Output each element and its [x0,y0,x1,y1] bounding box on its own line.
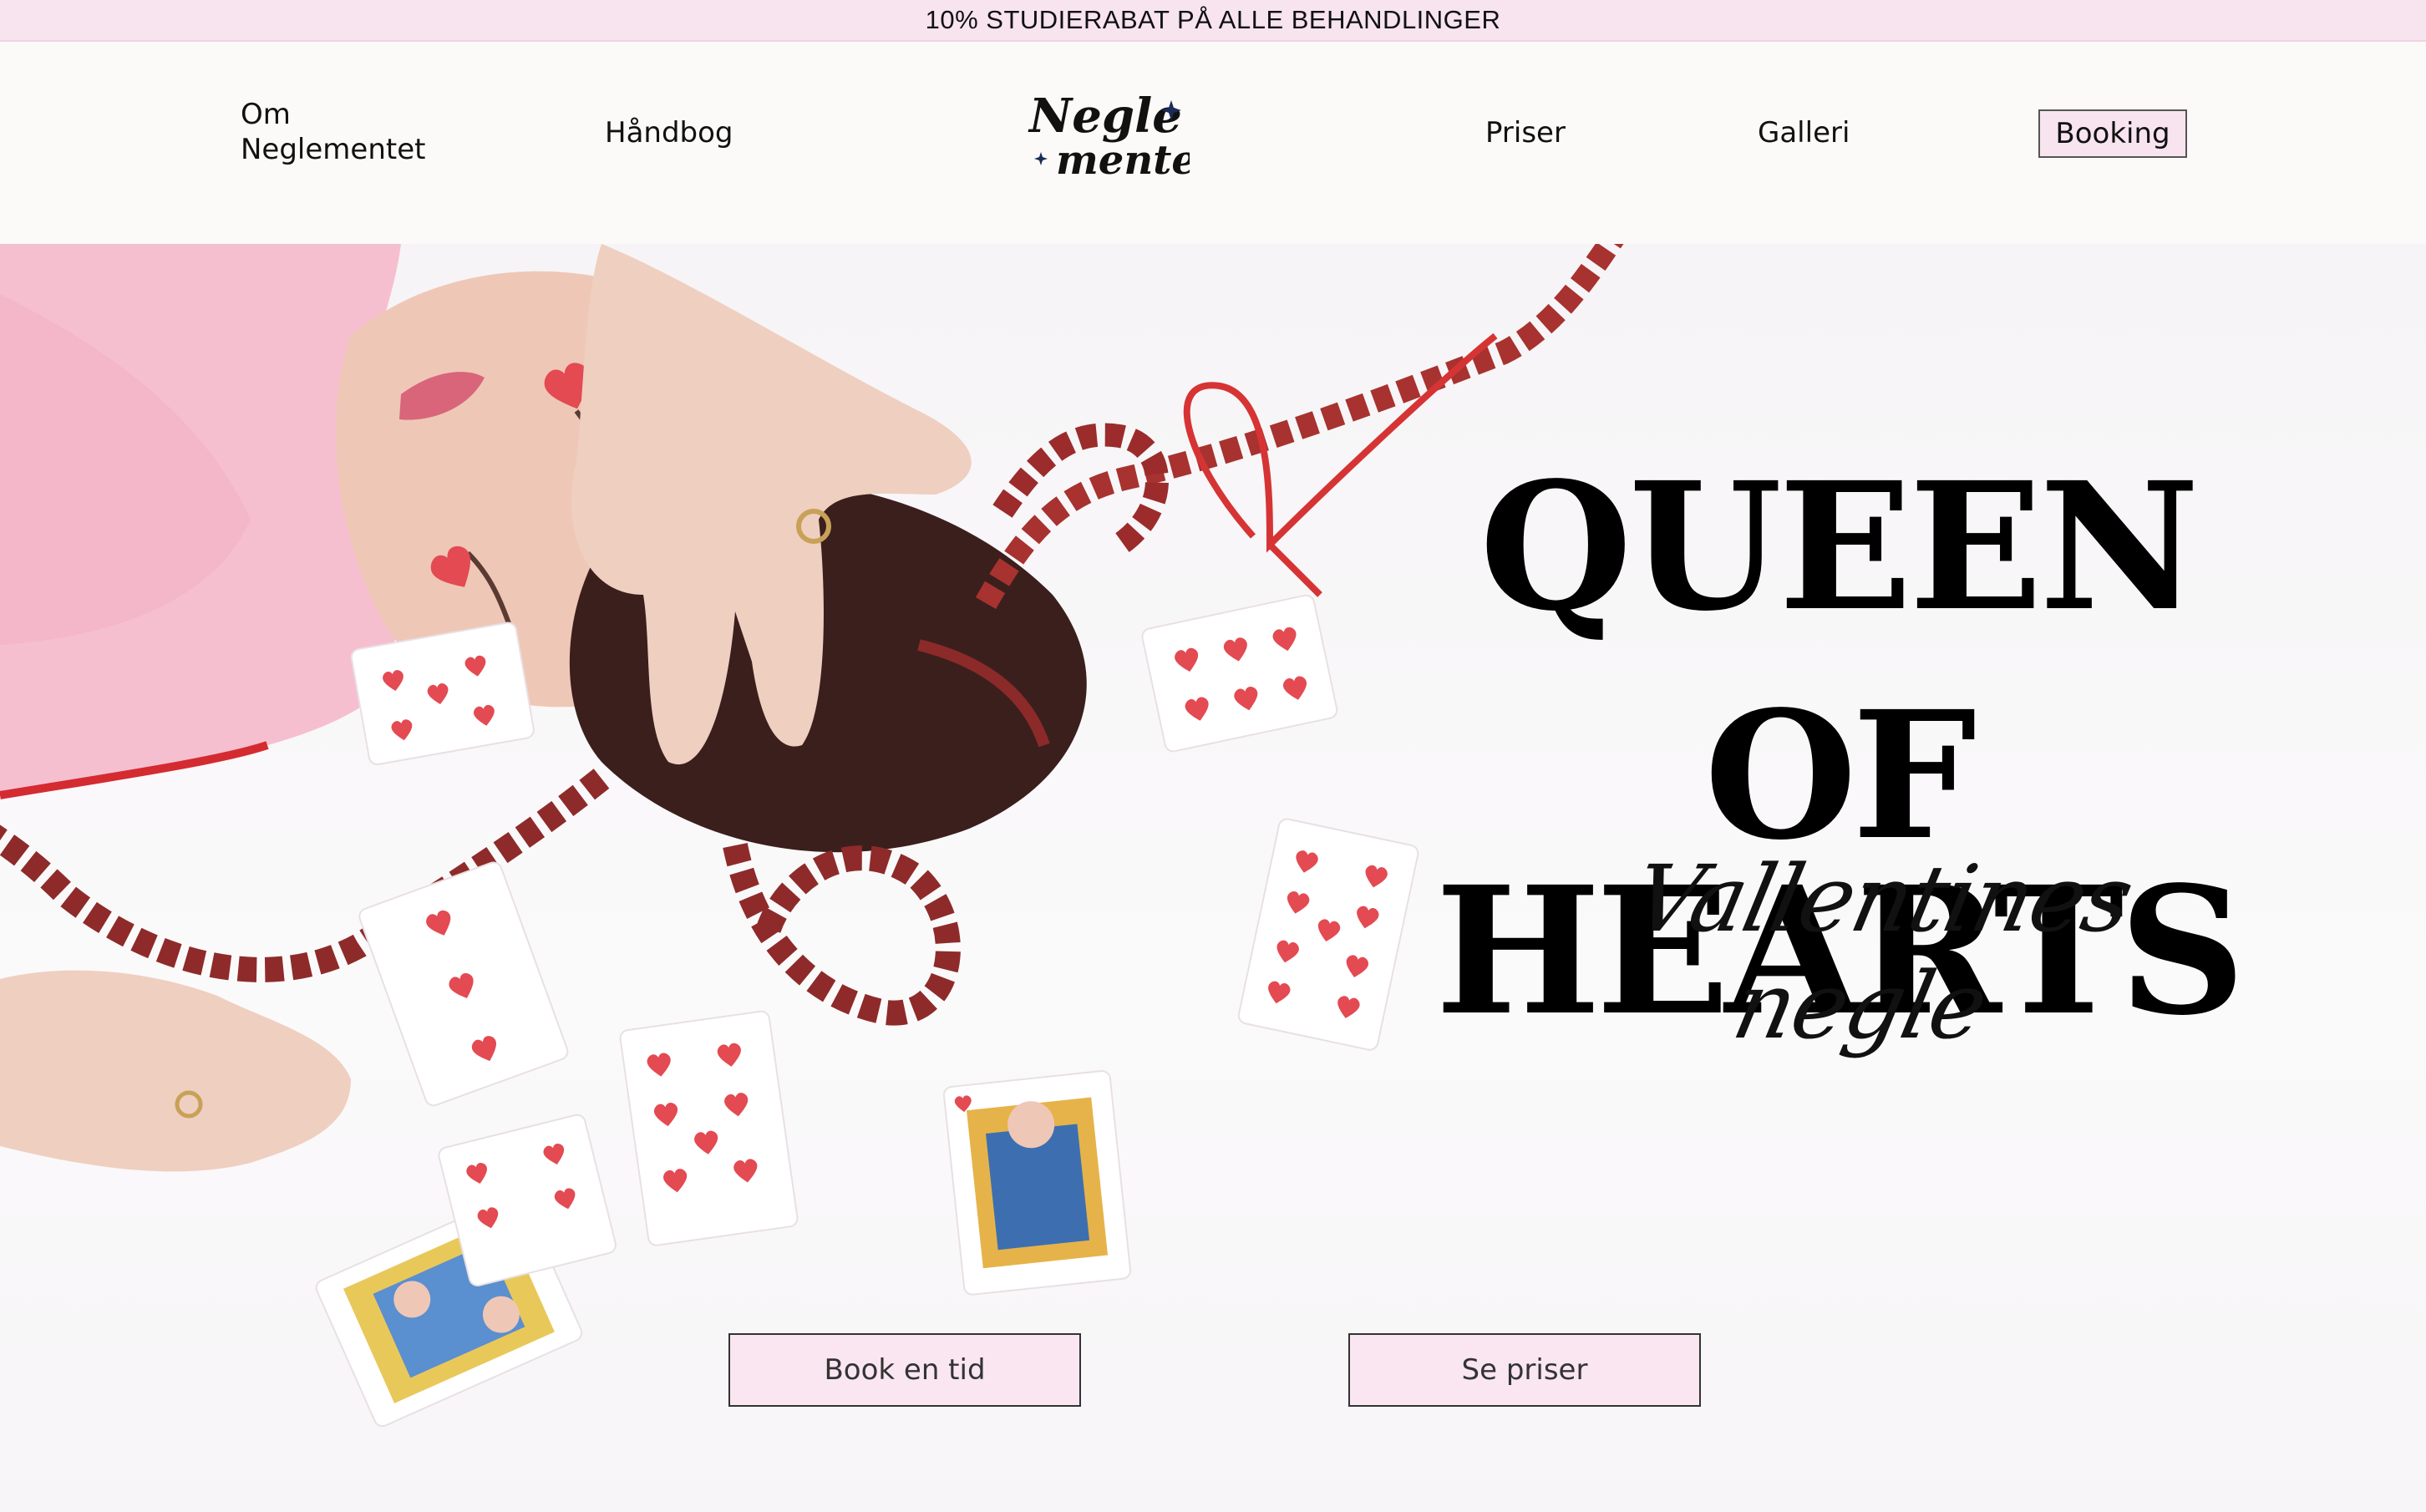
nav-galleri[interactable]: Galleri [1758,115,1850,150]
nav-om-line1: Om [241,98,291,131]
nav-priser[interactable]: Priser [1485,115,1566,150]
logo-text-line2: mentet [1056,137,1190,184]
logo-text-line1: Negle [1028,89,1182,144]
see-prices-button[interactable]: Se priser [1348,1333,1701,1407]
lower-hand [0,970,351,1172]
playing-card-nine [619,1010,799,1246]
hero-title-line1: QUEEN [1479,444,2200,650]
playing-card-eight [438,1114,617,1286]
promo-banner: 10% STUDIERABAT PÅ ALLE BEHANDLINGER [0,0,2426,42]
hero-subtitle: Vallentines negle [1624,845,2141,1059]
nav-om-neglementet[interactable]: Om Neglementet [241,97,441,167]
playing-card-three [358,861,569,1107]
site-logo[interactable]: Negle mentet [1023,80,1216,189]
nav-handbog[interactable]: Håndbog [605,115,733,150]
promo-text: 10% STUDIERABAT PÅ ALLE BEHANDLINGER [925,5,1501,34]
site-header: Om Neglementet Håndbog Negle mentet Pris… [0,43,2426,244]
braid-lower-loop [723,843,961,1026]
hero-section: QUEEN OF HEARTS Vallentines negle Book e… [0,244,2426,1512]
playing-card-king [942,1070,1132,1296]
logo-graphic: Negle mentet [1028,89,1216,184]
book-appointment-button[interactable]: Book en tid [728,1333,1081,1407]
logo-sparkle-small-icon [1034,152,1048,165]
nav-booking-button[interactable]: Booking [2038,109,2187,158]
nav-om-line2: Neglementet [241,133,426,166]
